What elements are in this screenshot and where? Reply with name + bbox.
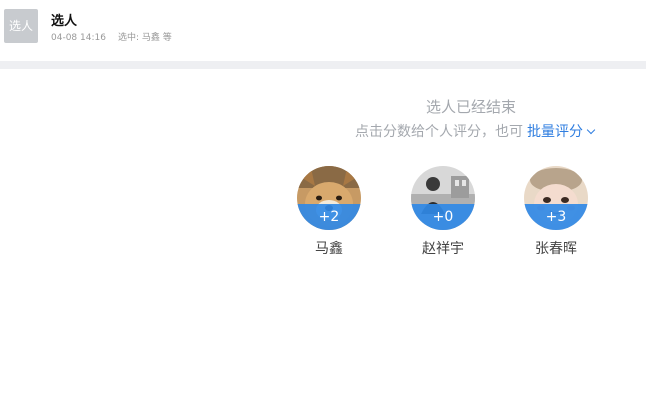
avatar[interactable]: +0	[411, 166, 475, 230]
score-badge[interactable]: +0	[411, 204, 475, 230]
rating-hint: 点击分数给个人评分，也可	[355, 124, 523, 140]
person-card[interactable]: +0 赵祥宇	[410, 166, 476, 258]
meta-line: 04-08 14:16 选中: 马鑫 等	[51, 30, 172, 43]
rating-hint-row: 点击分数给个人评分，也可 批量评分	[0, 121, 596, 141]
batch-rate-label: 批量评分	[527, 124, 583, 140]
person-name: 张春晖	[535, 241, 577, 257]
score-badge[interactable]: +3	[524, 204, 588, 230]
chevron-down-icon	[586, 125, 596, 135]
header-bar: 选人 选人 04-08 14:16 选中: 马鑫 等	[0, 0, 646, 61]
status-message: 选人已经结束	[425, 98, 516, 116]
selected-summary: 选中: 马鑫 等	[117, 33, 172, 43]
section-divider	[0, 61, 646, 69]
timestamp: 04-08 14:16	[51, 33, 106, 43]
app-icon: 选人	[4, 9, 38, 43]
person-name: 赵祥宇	[422, 241, 464, 257]
avatar[interactable]: +3	[524, 166, 588, 230]
person-card[interactable]: +3 张春晖	[523, 166, 589, 258]
avatar[interactable]: +2	[297, 166, 361, 230]
page-title: 选人	[51, 14, 78, 29]
person-card[interactable]: +2 马鑫	[296, 166, 362, 258]
batch-rate-button[interactable]: 批量评分	[527, 124, 596, 140]
score-badge[interactable]: +2	[297, 204, 361, 230]
person-name: 马鑫	[315, 241, 343, 257]
